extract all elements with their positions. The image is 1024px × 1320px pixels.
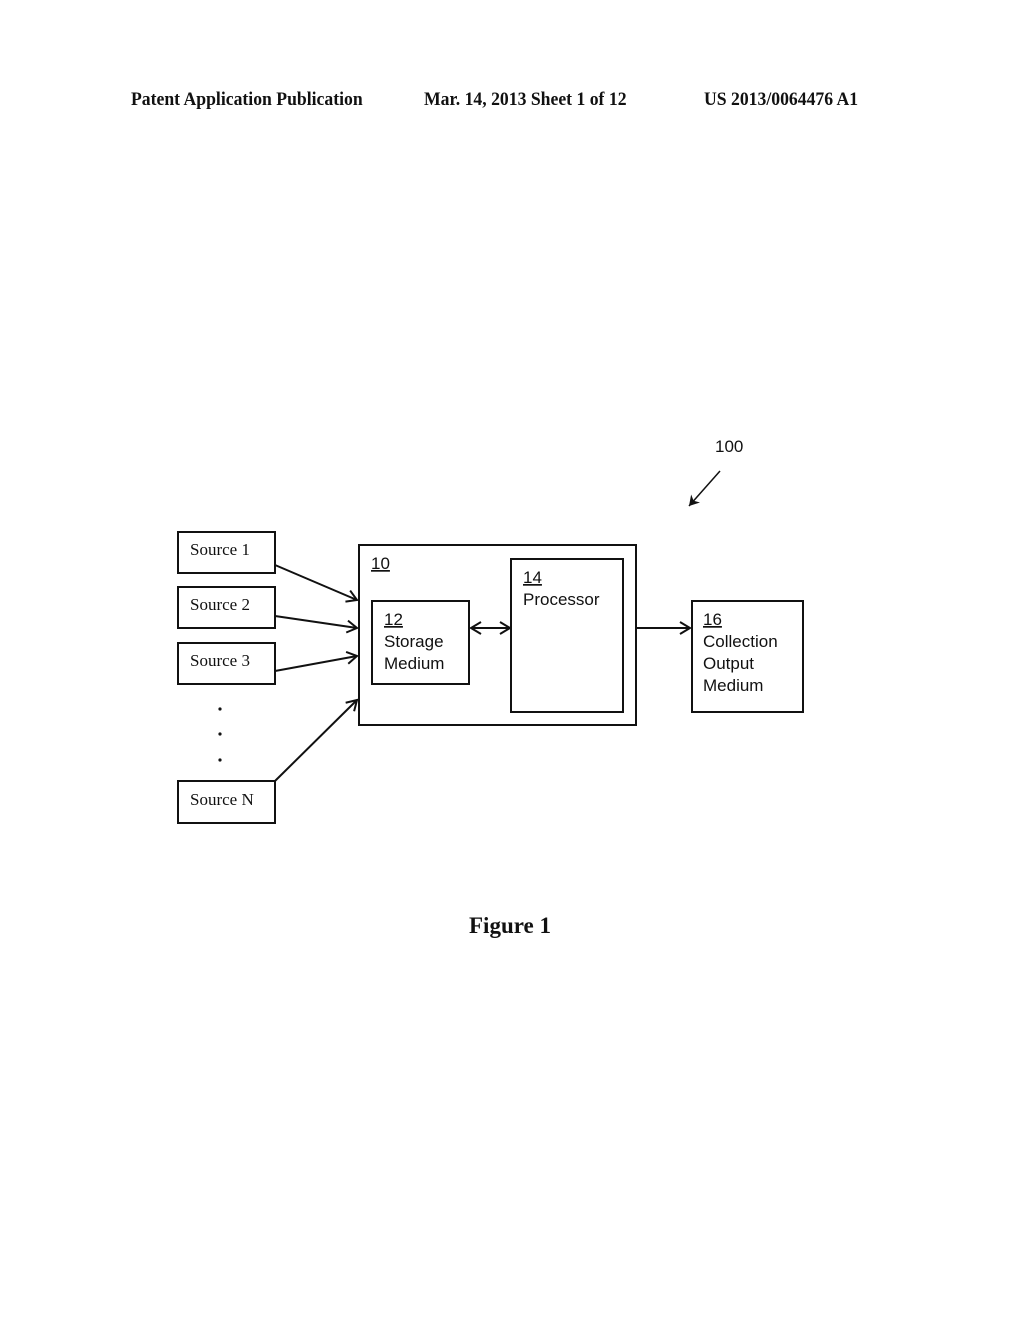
source-box-2: Source 2 (177, 586, 276, 629)
source-label: Source N (190, 790, 254, 809)
processor-ref: 14 (523, 568, 542, 587)
storage-label-line1: Storage (384, 632, 444, 651)
output-label-line3: Medium (703, 676, 763, 695)
arrow-source-1 (274, 564, 359, 603)
arrow-source-n (274, 698, 359, 782)
source-label: Source 2 (190, 595, 250, 614)
figure-caption: Figure 1 (0, 913, 1024, 939)
output-ref: 16 (703, 610, 722, 629)
source-label: Source 3 (190, 651, 250, 670)
source-box-n: Source N (177, 780, 276, 824)
arrow-source-3 (274, 650, 359, 672)
storage-label-line2: Medium (384, 654, 444, 673)
processor-label: Processor (523, 590, 600, 609)
ellipsis-dots (218, 707, 222, 762)
figure-caption-text: Figure 1 (469, 913, 551, 938)
output-label-line2: Output (703, 654, 754, 673)
source-box-3: Source 3 (177, 642, 276, 685)
source-label: Source 1 (190, 540, 250, 559)
system-ref-arrow (688, 470, 721, 507)
output-label-line1: Collection (703, 632, 778, 651)
storage-ref: 12 (384, 610, 403, 629)
main-unit-ref: 10 (371, 554, 390, 573)
processor-box: 14 Processor (510, 558, 624, 713)
arrow-source-2 (274, 615, 359, 634)
storage-medium-box: 12 Storage Medium (371, 600, 470, 685)
block-diagram: 100 Source 1 Source 2 Source 3 Source N … (177, 437, 804, 824)
source-box-1: Source 1 (177, 531, 276, 574)
system-ref-label: 100 (715, 437, 743, 456)
collection-output-medium-box: 16 Collection Output Medium (691, 600, 804, 713)
